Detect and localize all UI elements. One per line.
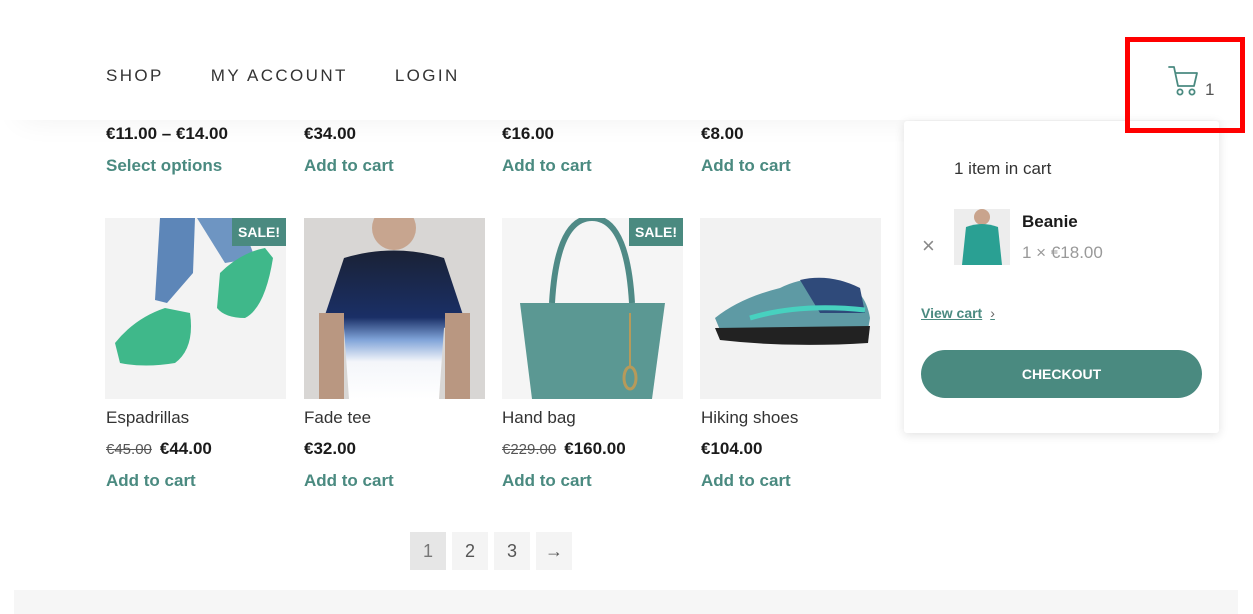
cart-toggle[interactable]: 1 bbox=[1167, 64, 1223, 104]
site-header: SHOP MY ACCOUNT LOGIN 1 bbox=[0, 0, 1253, 120]
product-image-fade-tee[interactable] bbox=[304, 218, 485, 399]
sale-price: €44.00 bbox=[159, 439, 212, 458]
product-price: €45.00 €44.00 bbox=[106, 439, 212, 459]
cart-item-name[interactable]: Beanie bbox=[1022, 212, 1078, 232]
cart-icon bbox=[1168, 66, 1198, 96]
add-to-cart-button[interactable]: Add to cart bbox=[701, 471, 791, 491]
sale-price: €160.00 bbox=[564, 439, 626, 458]
product-price: €16.00 bbox=[502, 124, 554, 143]
product-image-hiking-shoes[interactable] bbox=[700, 218, 881, 399]
product-title[interactable]: Hiking shoes bbox=[701, 408, 798, 428]
tee-image bbox=[304, 218, 485, 399]
add-to-cart-button[interactable]: Add to cart bbox=[502, 156, 592, 176]
mini-cart-title: 1 item in cart bbox=[954, 159, 1052, 178]
nav-my-account[interactable]: MY ACCOUNT bbox=[211, 66, 348, 86]
product-price: €34.00 bbox=[304, 124, 356, 143]
remove-item-icon[interactable]: × bbox=[922, 233, 935, 259]
add-to-cart-button[interactable]: Add to cart bbox=[304, 156, 394, 176]
hiking-shoe-image bbox=[700, 218, 881, 399]
checkout-button[interactable]: CHECKOUT bbox=[921, 350, 1202, 398]
main-nav: SHOP MY ACCOUNT LOGIN bbox=[106, 66, 507, 86]
next-page-arrow[interactable]: → bbox=[536, 532, 572, 570]
add-to-cart-button[interactable]: Add to cart bbox=[701, 156, 791, 176]
cart-item-quantity: 1 × €18.00 bbox=[1022, 243, 1103, 262]
product-price: €229.00 €160.00 bbox=[502, 439, 626, 459]
footer-strip bbox=[14, 590, 1238, 614]
select-options-button[interactable]: Select options bbox=[106, 156, 222, 176]
cart-count: 1 bbox=[1205, 80, 1215, 99]
page-3[interactable]: 3 bbox=[494, 532, 530, 570]
mini-cart-dropdown: 1 item in cart × Beanie 1 × €18.00 View … bbox=[904, 121, 1219, 433]
product-price: €11.00 – €14.00 bbox=[106, 124, 228, 143]
nav-login[interactable]: LOGIN bbox=[395, 66, 460, 86]
chevron-right-icon: › bbox=[990, 305, 995, 321]
product-image-espadrillas[interactable]: SALE! bbox=[105, 218, 286, 399]
pagination: 1 2 3 → bbox=[410, 532, 578, 570]
page-1[interactable]: 1 bbox=[410, 532, 446, 570]
add-to-cart-button[interactable]: Add to cart bbox=[106, 471, 196, 491]
view-cart-label: View cart bbox=[921, 305, 983, 321]
cart-item-thumbnail[interactable] bbox=[954, 209, 1010, 265]
product-title[interactable]: Espadrillas bbox=[106, 408, 189, 428]
sale-badge: SALE! bbox=[629, 218, 683, 246]
product-image-hand-bag[interactable]: SALE! bbox=[502, 218, 683, 399]
beanie-thumbnail-image bbox=[954, 209, 1010, 265]
nav-shop[interactable]: SHOP bbox=[106, 66, 164, 86]
view-cart-link[interactable]: View cart › bbox=[921, 305, 995, 321]
product-price: €32.00 bbox=[304, 439, 356, 458]
product-title[interactable]: Hand bag bbox=[502, 408, 576, 428]
product-price: €8.00 bbox=[701, 124, 744, 143]
old-price: €45.00 bbox=[106, 441, 152, 458]
add-to-cart-button[interactable]: Add to cart bbox=[304, 471, 394, 491]
page-2[interactable]: 2 bbox=[452, 532, 488, 570]
old-price: €229.00 bbox=[502, 441, 557, 458]
sale-badge: SALE! bbox=[232, 218, 286, 246]
product-title[interactable]: Fade tee bbox=[304, 408, 371, 428]
product-price: €104.00 bbox=[701, 439, 763, 458]
add-to-cart-button[interactable]: Add to cart bbox=[502, 471, 592, 491]
